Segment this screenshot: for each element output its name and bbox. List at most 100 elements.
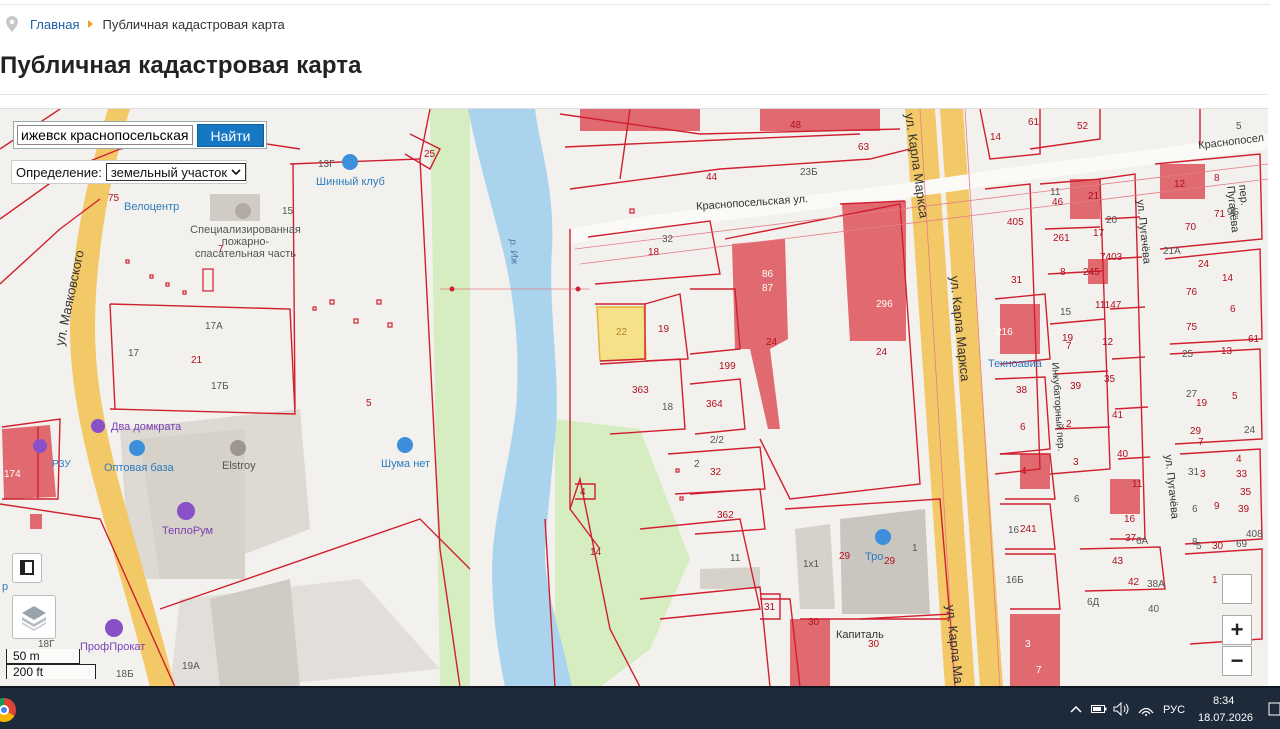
parcel-number[interactable]: 29 bbox=[884, 556, 895, 567]
parcel-number[interactable]: 69 bbox=[1236, 539, 1247, 550]
parcel-number[interactable]: 41 bbox=[1112, 410, 1123, 421]
parcel-number[interactable]: 6 bbox=[1230, 304, 1236, 315]
parcel-number[interactable]: 363 bbox=[632, 385, 649, 396]
parcel-number[interactable]: 6 bbox=[1192, 504, 1198, 515]
parcel-number[interactable]: 6Д bbox=[1087, 597, 1099, 608]
parcel-number[interactable]: 11 bbox=[1132, 479, 1142, 490]
parcel-number[interactable]: 32 bbox=[662, 234, 673, 245]
parcel-number[interactable]: 241 bbox=[1020, 524, 1037, 535]
chevron-up-icon[interactable] bbox=[1069, 704, 1083, 714]
parcel-number[interactable]: 35 bbox=[1104, 374, 1115, 385]
parcel-number[interactable]: 3 bbox=[1200, 469, 1206, 480]
parcel-number[interactable]: 2 bbox=[694, 459, 700, 470]
parcel-number[interactable]: 7 bbox=[1198, 437, 1204, 448]
parcel-number[interactable]: 4 bbox=[1236, 454, 1242, 465]
fullscreen-button[interactable] bbox=[12, 553, 42, 583]
notifications-icon[interactable] bbox=[1268, 702, 1280, 716]
parcel-number[interactable]: 17А bbox=[205, 321, 223, 332]
parcel-number[interactable]: 30 bbox=[1212, 541, 1223, 552]
clock-date[interactable]: 18.07.2026 bbox=[1198, 712, 1253, 724]
parcel-number[interactable]: 296 bbox=[876, 299, 893, 310]
parcel-number[interactable]: 9 bbox=[1214, 501, 1220, 512]
parcel-number[interactable]: 39 bbox=[1070, 381, 1081, 392]
parcel-number[interactable]: 18Б bbox=[116, 669, 134, 680]
parcel-number[interactable]: 31 bbox=[764, 602, 775, 613]
definition-select[interactable]: земельный участок bbox=[105, 163, 246, 181]
parcel-number[interactable]: 22 bbox=[616, 327, 627, 338]
parcel-number[interactable]: 21 bbox=[1088, 191, 1099, 202]
breadcrumb-home-link[interactable]: Главная bbox=[30, 17, 79, 32]
parcel-number[interactable]: 261 bbox=[1053, 233, 1070, 244]
parcel-number[interactable]: 14 bbox=[990, 132, 1001, 143]
parcel-number[interactable]: 31 bbox=[1011, 275, 1022, 286]
parcel-number[interactable]: 362 bbox=[717, 510, 734, 521]
parcel-number[interactable]: 8 bbox=[1060, 267, 1066, 278]
search-input[interactable] bbox=[17, 125, 193, 145]
keyboard-language[interactable]: РУС bbox=[1163, 704, 1185, 716]
parcel-number[interactable]: 16Б bbox=[1006, 575, 1024, 586]
battery-icon[interactable] bbox=[1091, 704, 1107, 714]
parcel-number[interactable]: 12 bbox=[1102, 337, 1113, 348]
parcel-number[interactable]: 17 bbox=[1093, 228, 1104, 239]
parcel-number[interactable]: 25 bbox=[424, 149, 435, 160]
parcel-number[interactable]: 6 bbox=[1074, 494, 1080, 505]
parcel-number[interactable]: 14 bbox=[1222, 273, 1233, 284]
parcel-number[interactable]: 87 bbox=[762, 283, 773, 294]
parcel-number[interactable]: 44 bbox=[706, 172, 717, 183]
map-canvas[interactable] bbox=[0, 109, 1268, 687]
parcel-number[interactable]: 61 bbox=[1028, 117, 1039, 128]
parcel-number[interactable]: 48 bbox=[790, 120, 801, 131]
parcel-number[interactable]: 24 bbox=[766, 337, 777, 348]
parcel-number[interactable]: 216 bbox=[996, 327, 1013, 338]
parcel-number[interactable]: 86 bbox=[762, 269, 773, 280]
parcel-number[interactable]: 16 bbox=[1124, 514, 1135, 525]
parcel-number[interactable]: 1 bbox=[1212, 575, 1218, 586]
parcel-number[interactable]: 405 bbox=[1007, 217, 1024, 228]
poi-marker-icon[interactable] bbox=[33, 439, 47, 453]
parcel-number[interactable]: 364 bbox=[706, 399, 723, 410]
parcel-number[interactable]: 32 bbox=[710, 467, 721, 478]
parcel-number[interactable]: 4 bbox=[580, 487, 586, 498]
unknown-control-button[interactable] bbox=[1222, 574, 1252, 604]
parcel-number[interactable]: 13Г bbox=[318, 159, 335, 170]
poi-marker-icon[interactable] bbox=[875, 529, 891, 545]
parcel-number[interactable]: 21А bbox=[1163, 246, 1181, 257]
wifi-icon[interactable] bbox=[1138, 702, 1154, 716]
parcel-number[interactable]: 7 bbox=[1036, 665, 1042, 676]
parcel-number[interactable]: 12 bbox=[1174, 179, 1185, 190]
parcel-number[interactable]: 5 bbox=[1196, 541, 1202, 552]
parcel-number[interactable]: 5 bbox=[1236, 121, 1242, 132]
parcel-number[interactable]: 23Б bbox=[800, 167, 818, 178]
parcel-number[interactable]: 1 bbox=[912, 543, 918, 554]
parcel-number[interactable]: 35 bbox=[1240, 487, 1251, 498]
parcel-number[interactable]: 29 bbox=[1190, 426, 1201, 437]
parcel-number[interactable]: 70 bbox=[1185, 222, 1196, 233]
parcel-number[interactable]: 11147 bbox=[1095, 300, 1121, 311]
parcel-number[interactable]: 3 bbox=[1073, 457, 1079, 468]
parcel-number[interactable]: 24 bbox=[1244, 425, 1255, 436]
zoom-in-button[interactable]: + bbox=[1222, 615, 1252, 645]
parcel-number[interactable]: 6А bbox=[1136, 536, 1148, 547]
parcel-number[interactable]: 17 bbox=[128, 348, 139, 359]
parcel-number[interactable]: 40 bbox=[1148, 604, 1159, 615]
poi-marker-icon[interactable] bbox=[129, 440, 145, 456]
clock-time[interactable]: 8:34 bbox=[1213, 695, 1234, 707]
parcel-number[interactable]: 76 bbox=[1186, 287, 1197, 298]
parcel-number[interactable]: 25 bbox=[1182, 349, 1193, 360]
poi-marker-icon[interactable] bbox=[397, 437, 413, 453]
parcel-number[interactable]: 40 bbox=[1117, 449, 1128, 460]
parcel-number[interactable]: 43 bbox=[1112, 556, 1123, 567]
parcel-number[interactable]: 46 bbox=[1052, 197, 1063, 208]
poi-marker-icon[interactable] bbox=[91, 419, 105, 433]
parcel-number[interactable]: 17Б bbox=[211, 381, 229, 392]
parcel-number[interactable]: 3 bbox=[1025, 639, 1031, 650]
cadastral-map[interactable]: ул. Маяковского ул. Карла Маркса ул. Кар… bbox=[0, 108, 1268, 687]
parcel-number[interactable]: 42 bbox=[1128, 577, 1139, 588]
parcel-number[interactable]: 24 bbox=[876, 347, 887, 358]
parcel-number[interactable]: 39 bbox=[1238, 504, 1249, 515]
parcel-number[interactable]: 7403 bbox=[1100, 252, 1122, 263]
parcel-number[interactable]: 19 bbox=[1196, 398, 1207, 409]
parcel-number[interactable]: 52 bbox=[1077, 121, 1088, 132]
parcel-number[interactable]: 63 bbox=[858, 142, 869, 153]
parcel-number[interactable]: 30 bbox=[808, 617, 819, 628]
